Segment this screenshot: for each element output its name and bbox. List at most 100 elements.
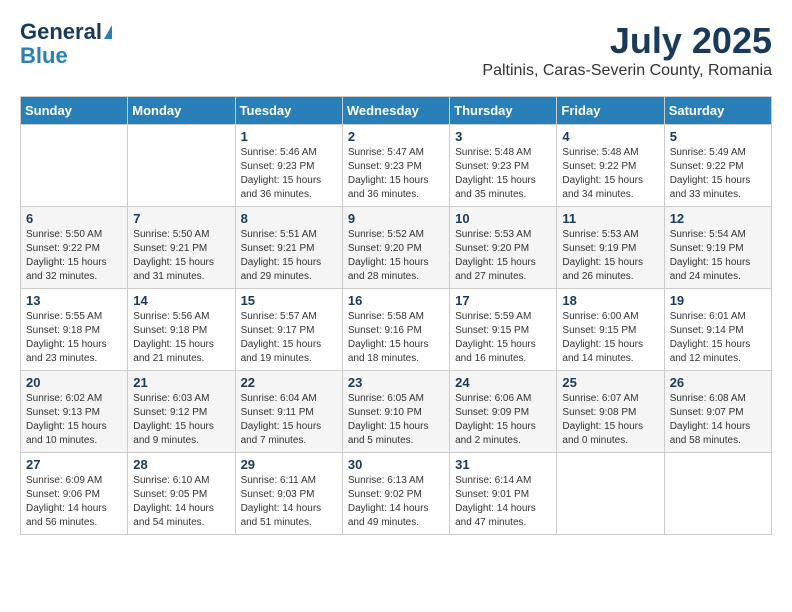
weekday-header-tuesday: Tuesday [235,97,342,125]
day-info: Sunrise: 5:59 AM Sunset: 9:15 PM Dayligh… [455,310,551,366]
weekday-header-thursday: Thursday [450,97,557,125]
weekday-header-sunday: Sunday [21,97,128,125]
calendar-cell [128,125,235,207]
logo-triangle-icon [104,25,112,39]
calendar-cell: 2Sunrise: 5:47 AM Sunset: 9:23 PM Daylig… [342,125,449,207]
calendar-cell: 17 Sunrise: 5:59 AM Sunset: 9:15 PM Dayli… [450,289,557,371]
day-number: 21 [133,375,229,390]
day-number: 20 [26,375,122,390]
calendar-cell: 29 Sunrise: 6:11 AM Sunset: 9:03 PM Dayli… [235,453,342,535]
day-number: 10 [455,211,551,226]
calendar-cell [557,453,664,535]
calendar-cell: 19 Sunrise: 6:01 AM Sunset: 9:14 PM Dayli… [664,289,771,371]
day-info: Sunrise: 5:50 AM Sunset: 9:22 PM Dayligh… [26,228,122,284]
day-info: Sunrise: 5:49 AM Sunset: 9:22 PM Dayligh… [670,146,766,202]
calendar-week-row: 20 Sunrise: 6:02 AM Sunset: 9:13 PM Dayli… [21,371,772,453]
day-info: Sunrise: 6:07 AM Sunset: 9:08 PM Dayligh… [562,392,658,448]
day-number: 18 [562,293,658,308]
day-number: 23 [348,375,444,390]
calendar-week-row: 6 Sunrise: 5:50 AM Sunset: 9:22 PM Daylig… [21,207,772,289]
day-info: Sunrise: 6:03 AM Sunset: 9:12 PM Dayligh… [133,392,229,448]
day-info: Sunrise: 6:02 AM Sunset: 9:13 PM Dayligh… [26,392,122,448]
day-number: 15 [241,293,337,308]
day-number: 8 [241,211,337,226]
day-info: Sunrise: 6:08 AM Sunset: 9:07 PM Dayligh… [670,392,766,448]
calendar-cell [664,453,771,535]
day-info: Sunrise: 6:01 AM Sunset: 9:14 PM Dayligh… [670,310,766,366]
calendar-cell: 13Sunrise: 5:55 AM Sunset: 9:18 PM Dayli… [21,289,128,371]
day-info: Sunrise: 6:09 AM Sunset: 9:06 PM Dayligh… [26,474,122,530]
calendar-cell: 21 Sunrise: 6:03 AM Sunset: 9:12 PM Dayli… [128,371,235,453]
calendar-cell: 7 Sunrise: 5:50 AM Sunset: 9:21 PM Daylig… [128,207,235,289]
calendar-cell: 28 Sunrise: 6:10 AM Sunset: 9:05 PM Dayli… [128,453,235,535]
calendar-cell: 4 Sunrise: 5:48 AM Sunset: 9:22 PM Daylig… [557,125,664,207]
calendar-cell: 23 Sunrise: 6:05 AM Sunset: 9:10 PM Dayli… [342,371,449,453]
day-info: Sunrise: 5:54 AM Sunset: 9:19 PM Dayligh… [670,228,766,284]
day-info: Sunrise: 6:05 AM Sunset: 9:10 PM Dayligh… [348,392,444,448]
calendar-cell: 15Sunrise: 5:57 AM Sunset: 9:17 PM Dayli… [235,289,342,371]
day-info: Sunrise: 5:56 AM Sunset: 9:18 PM Dayligh… [133,310,229,366]
calendar-cell: 9 Sunrise: 5:52 AM Sunset: 9:20 PM Daylig… [342,207,449,289]
day-number: 25 [562,375,658,390]
calendar-cell: 5 Sunrise: 5:49 AM Sunset: 9:22 PM Daylig… [664,125,771,207]
day-info: Sunrise: 6:13 AM Sunset: 9:02 PM Dayligh… [348,474,444,530]
calendar-cell: 11Sunrise: 5:53 AM Sunset: 9:19 PM Dayli… [557,207,664,289]
day-number: 5 [670,129,766,144]
calendar-cell: 8 Sunrise: 5:51 AM Sunset: 9:21 PM Daylig… [235,207,342,289]
day-number: 4 [562,129,658,144]
day-info: Sunrise: 5:46 AM Sunset: 9:23 PM Dayligh… [241,146,337,202]
day-number: 19 [670,293,766,308]
calendar-table: SundayMondayTuesdayWednesdayThursdayFrid… [20,96,772,535]
day-info: Sunrise: 6:11 AM Sunset: 9:03 PM Dayligh… [241,474,337,530]
calendar-cell: 14 Sunrise: 5:56 AM Sunset: 9:18 PM Dayli… [128,289,235,371]
day-number: 29 [241,457,337,472]
day-number: 26 [670,375,766,390]
day-number: 30 [348,457,444,472]
day-number: 24 [455,375,551,390]
calendar-cell: 22Sunrise: 6:04 AM Sunset: 9:11 PM Dayli… [235,371,342,453]
calendar-cell: 16 Sunrise: 5:58 AM Sunset: 9:16 PM Dayli… [342,289,449,371]
day-info: Sunrise: 6:00 AM Sunset: 9:15 PM Dayligh… [562,310,658,366]
location-subtitle: Paltinis, Caras-Severin County, Romania [482,62,772,80]
weekday-header-wednesday: Wednesday [342,97,449,125]
day-number: 12 [670,211,766,226]
day-number: 28 [133,457,229,472]
month-title: July 2025 [482,20,772,62]
calendar-week-row: 13Sunrise: 5:55 AM Sunset: 9:18 PM Dayli… [21,289,772,371]
logo-text-blue: Blue [20,44,68,68]
calendar-cell: 24Sunrise: 6:06 AM Sunset: 9:09 PM Dayli… [450,371,557,453]
day-info: Sunrise: 5:53 AM Sunset: 9:19 PM Dayligh… [562,228,658,284]
day-info: Sunrise: 5:58 AM Sunset: 9:16 PM Dayligh… [348,310,444,366]
calendar-cell: 30 Sunrise: 6:13 AM Sunset: 9:02 PM Dayli… [342,453,449,535]
weekday-header-monday: Monday [128,97,235,125]
calendar-cell [21,125,128,207]
day-number: 7 [133,211,229,226]
weekday-header-friday: Friday [557,97,664,125]
day-number: 1 [241,129,337,144]
day-info: Sunrise: 5:52 AM Sunset: 9:20 PM Dayligh… [348,228,444,284]
day-info: Sunrise: 5:47 AM Sunset: 9:23 PM Dayligh… [348,146,444,202]
day-number: 3 [455,129,551,144]
calendar-cell: 27Sunrise: 6:09 AM Sunset: 9:06 PM Dayli… [21,453,128,535]
day-info: Sunrise: 6:04 AM Sunset: 9:11 PM Dayligh… [241,392,337,448]
calendar-cell: 1 Sunrise: 5:46 AM Sunset: 9:23 PM Daylig… [235,125,342,207]
day-number: 6 [26,211,122,226]
day-number: 17 [455,293,551,308]
day-number: 31 [455,457,551,472]
calendar-cell: 6 Sunrise: 5:50 AM Sunset: 9:22 PM Daylig… [21,207,128,289]
calendar-cell: 10Sunrise: 5:53 AM Sunset: 9:20 PM Dayli… [450,207,557,289]
day-number: 16 [348,293,444,308]
day-info: Sunrise: 5:55 AM Sunset: 9:18 PM Dayligh… [26,310,122,366]
day-info: Sunrise: 5:51 AM Sunset: 9:21 PM Dayligh… [241,228,337,284]
calendar-cell: 18 Sunrise: 6:00 AM Sunset: 9:15 PM Dayli… [557,289,664,371]
calendar-cell: 31 Sunrise: 6:14 AM Sunset: 9:01 PM Dayli… [450,453,557,535]
day-number: 9 [348,211,444,226]
day-number: 14 [133,293,229,308]
day-info: Sunrise: 5:50 AM Sunset: 9:21 PM Dayligh… [133,228,229,284]
day-info: Sunrise: 6:14 AM Sunset: 9:01 PM Dayligh… [455,474,551,530]
calendar-week-row: 1 Sunrise: 5:46 AM Sunset: 9:23 PM Daylig… [21,125,772,207]
calendar-cell: 12 Sunrise: 5:54 AM Sunset: 9:19 PM Dayli… [664,207,771,289]
day-info: Sunrise: 6:10 AM Sunset: 9:05 PM Dayligh… [133,474,229,530]
page-header: General Blue July 2025 Paltinis, Caras-S… [20,20,772,80]
day-info: Sunrise: 5:48 AM Sunset: 9:22 PM Dayligh… [562,146,658,202]
